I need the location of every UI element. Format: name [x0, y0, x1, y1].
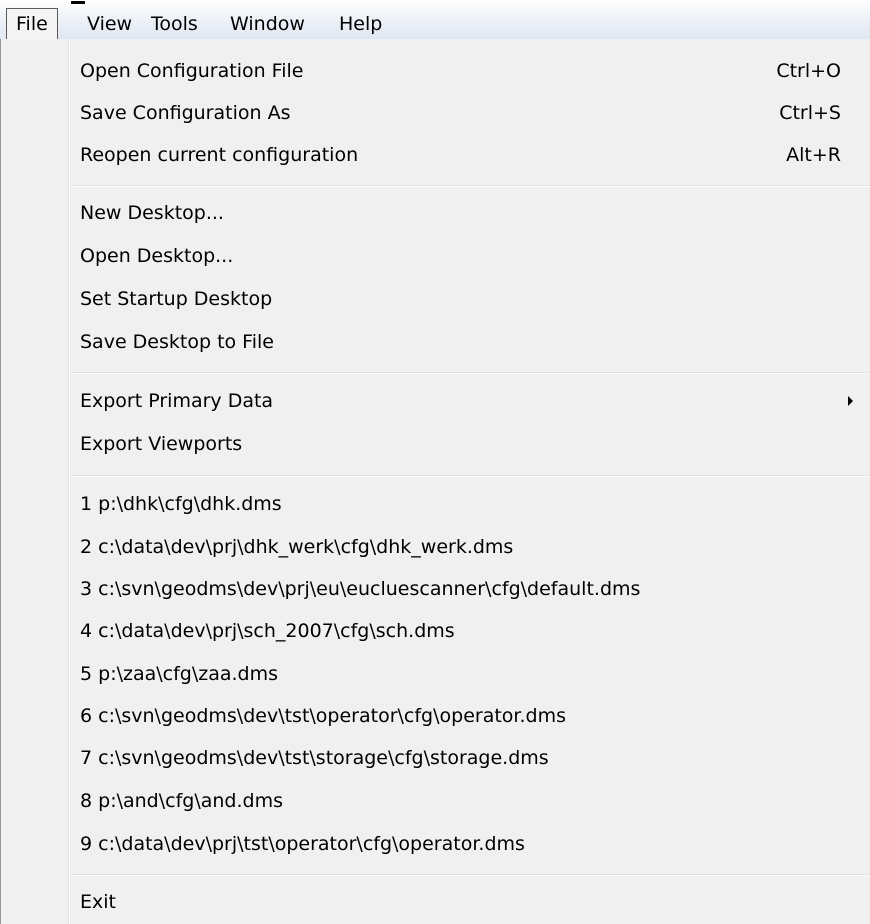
menu-item-label: Save Configuration As: [80, 102, 291, 124]
menu-item-open-desktop[interactable]: Open Desktop...: [69, 235, 870, 277]
menu-item-label: Export Primary Data: [80, 390, 274, 412]
menu-item-label: Set Startup Desktop: [80, 288, 273, 310]
menu-item-reopen-current-configuration[interactable]: Reopen current configuration Alt+R: [69, 134, 870, 176]
menu-item-save-desktop-to-file[interactable]: Save Desktop to File: [69, 321, 870, 363]
menu-item-new-desktop[interactable]: New Desktop...: [69, 192, 870, 234]
text-cursor-marker: [71, 1, 85, 4]
menu-item-label: New Desktop...: [80, 202, 224, 224]
menu-bar: File View Tools Window Help: [0, 0, 870, 41]
recent-file-9[interactable]: 9 c:\data\dev\prj\tst\operator\cfg\opera…: [69, 823, 870, 865]
recent-file-1[interactable]: 1 p:\dhk\cfg\dhk.dms: [69, 483, 870, 525]
recent-file-label: 2 c:\data\dev\prj\dhk_werk\cfg\dhk_werk.…: [80, 536, 514, 558]
menu-item-label: Exit: [80, 891, 116, 913]
menu-item-shortcut: Alt+R: [786, 144, 841, 166]
recent-file-8[interactable]: 8 p:\and\cfg\and.dms: [69, 780, 870, 822]
menu-separator: [71, 475, 870, 477]
file-menu-dropdown: Open Configuration File Ctrl+O Save Conf…: [0, 39, 870, 924]
menu-item-label: Open Configuration File: [80, 60, 304, 82]
recent-file-label: 5 p:\zaa\cfg\zaa.dms: [80, 663, 279, 685]
menu-file[interactable]: File: [6, 8, 58, 40]
menu-item-label: Open Desktop...: [80, 245, 234, 267]
menu-view[interactable]: View: [78, 8, 141, 40]
menu-separator: [71, 372, 870, 374]
menu-item-shortcut: Ctrl+S: [779, 102, 841, 124]
recent-file-6[interactable]: 6 c:\svn\geodms\dev\tst\operator\cfg\ope…: [69, 695, 870, 737]
recent-file-3[interactable]: 3 c:\svn\geodms\dev\prj\eu\eucluescanner…: [69, 568, 870, 610]
recent-file-label: 8 p:\and\cfg\and.dms: [80, 790, 283, 812]
submenu-arrow-icon: [848, 396, 853, 406]
menu-item-open-configuration-file[interactable]: Open Configuration File Ctrl+O: [69, 50, 870, 92]
menu-item-shortcut: Ctrl+O: [776, 60, 841, 82]
menu-item-exit[interactable]: Exit: [69, 881, 870, 923]
menu-help[interactable]: Help: [330, 8, 391, 40]
menu-window[interactable]: Window: [221, 8, 314, 40]
menu-item-label: Export Viewports: [80, 433, 243, 455]
menu-item-set-startup-desktop[interactable]: Set Startup Desktop: [69, 278, 870, 320]
recent-file-label: 9 c:\data\dev\prj\tst\operator\cfg\opera…: [80, 833, 525, 855]
menu-item-save-configuration-as[interactable]: Save Configuration As Ctrl+S: [69, 92, 870, 134]
recent-file-7[interactable]: 7 c:\svn\geodms\dev\tst\storage\cfg\stor…: [69, 737, 870, 779]
menu-item-export-viewports[interactable]: Export Viewports: [69, 423, 870, 465]
menu-item-label: Reopen current configuration: [80, 144, 359, 166]
menu-separator: [71, 185, 870, 187]
menu-separator: [71, 874, 870, 876]
recent-file-label: 6 c:\svn\geodms\dev\tst\operator\cfg\ope…: [80, 705, 566, 727]
menu-item-export-primary-data[interactable]: Export Primary Data: [69, 380, 870, 422]
recent-file-4[interactable]: 4 c:\data\dev\prj\sch_2007\cfg\sch.dms: [69, 610, 870, 652]
recent-file-label: 4 c:\data\dev\prj\sch_2007\cfg\sch.dms: [80, 620, 455, 642]
application-window: File View Tools Window Help Open Configu…: [0, 0, 870, 924]
menu-tools[interactable]: Tools: [142, 8, 207, 40]
recent-file-label: 3 c:\svn\geodms\dev\prj\eu\eucluescanner…: [80, 578, 641, 600]
menu-item-label: Save Desktop to File: [80, 331, 274, 353]
recent-file-2[interactable]: 2 c:\data\dev\prj\dhk_werk\cfg\dhk_werk.…: [69, 526, 870, 568]
recent-file-label: 7 c:\svn\geodms\dev\tst\storage\cfg\stor…: [80, 747, 549, 769]
recent-file-5[interactable]: 5 p:\zaa\cfg\zaa.dms: [69, 653, 870, 695]
recent-file-label: 1 p:\dhk\cfg\dhk.dms: [80, 493, 282, 515]
